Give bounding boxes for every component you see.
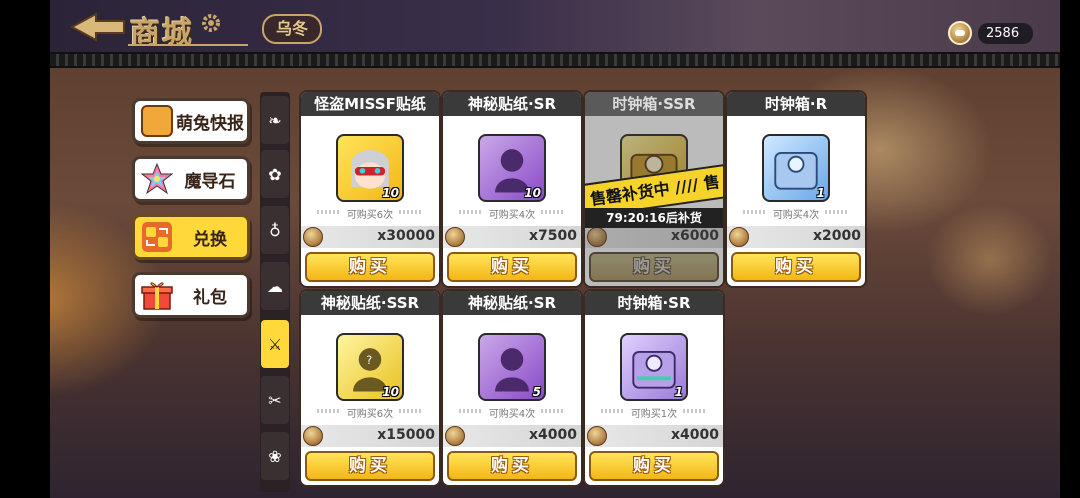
category-tab-bottle[interactable]: ♁ [261, 206, 289, 254]
item-price: x4000 [529, 427, 577, 443]
item-name: 时钟箱·SR [585, 291, 723, 315]
buy-button[interactable]: 购买 [305, 451, 435, 481]
item-price: x30000 [377, 228, 435, 244]
shop-item-card-soldout: 时钟箱·SSR 1 售罄补货中 //// 售 79:20:16后补货 x6000… [585, 92, 723, 286]
blue-clock-box-icon: 1 [762, 134, 830, 202]
coin-icon [445, 227, 465, 247]
item-quantity: 10 [382, 385, 399, 399]
item-price: x2000 [813, 228, 861, 244]
buy-button[interactable]: 购买 [589, 451, 719, 481]
item-price: x4000 [671, 427, 719, 443]
price-row: x7500 [443, 226, 581, 248]
price-row: x30000 [301, 226, 439, 248]
coin-icon [587, 426, 607, 446]
item-quantity: 1 [674, 385, 683, 399]
item-name: 时钟箱·SSR [585, 92, 723, 116]
category-tab-rose[interactable]: ❀ [261, 432, 289, 480]
currency-display: 2586 [948, 20, 1034, 46]
menu-label: 兑换 [193, 229, 227, 250]
restock-timer: 79:20:16后补货 [585, 208, 723, 228]
purchase-limit: 可购买1次 [630, 409, 678, 420]
menu-gift-pack[interactable]: 礼包 [132, 272, 250, 318]
purple-mystery-sticker-icon: 10 [478, 134, 546, 202]
film-strip-divider [50, 52, 1060, 68]
coin-icon [303, 227, 323, 247]
buy-button[interactable]: 购买 [447, 451, 577, 481]
buy-button[interactable]: 购买 [447, 252, 577, 282]
exchange-arrows-icon [142, 222, 172, 252]
menu-label: 魔导石 [184, 171, 236, 192]
purple-clock-box-icon: 1 [620, 333, 688, 401]
purchase-limit: 可购买6次 [346, 210, 394, 221]
item-quantity: 1 [816, 186, 825, 200]
shop-item-card: 神秘贴纸·SSR ? 10 可购买6次 x15000 购买 [301, 291, 439, 485]
buy-button[interactable]: 购买 [589, 252, 719, 282]
back-arrow-icon[interactable] [70, 12, 126, 42]
left-letterbox [0, 0, 50, 498]
shop-item-card: 怪盗MISSF贴纸 10 可购买6次 x30000 购买 [301, 92, 439, 286]
svg-text:?: ? [366, 354, 372, 367]
price-row: x6000 [585, 226, 723, 248]
item-price: x7500 [529, 228, 577, 244]
rainbow-star-icon [141, 163, 173, 195]
buy-button[interactable]: 购买 [731, 252, 861, 282]
item-name: 神秘贴纸·SR [443, 291, 581, 315]
coin-icon [729, 227, 749, 247]
item-name: 神秘贴纸·SR [443, 92, 581, 116]
coin-icon [587, 227, 607, 247]
mask-icon: ❧ [268, 110, 282, 130]
price-row: x4000 [443, 425, 581, 447]
purchase-limit: 可购买4次 [488, 210, 536, 221]
item-name: 时钟箱·R [727, 92, 865, 116]
menu-label: 萌兔快报 [176, 113, 244, 134]
purchase-limit: 可购买4次 [772, 210, 820, 221]
menu-exchange[interactable]: 兑换 [132, 214, 250, 260]
purchase-limit: 可购买6次 [346, 409, 394, 420]
scissors-icon: ✂ [268, 390, 282, 410]
item-quantity: 10 [382, 186, 399, 200]
rose-icon: ❀ [268, 446, 282, 466]
bottle-icon: ♁ [269, 220, 281, 240]
gift-box-icon [141, 282, 173, 310]
menu-news[interactable]: 萌兔快报 [132, 98, 250, 144]
item-price: x6000 [671, 228, 719, 244]
flower-icon: ✿ [268, 164, 282, 184]
shop-item-card: 神秘贴纸·SR 10 可购买4次 x7500 购买 [443, 92, 581, 286]
item-price: x15000 [377, 427, 435, 443]
gear-icon [202, 14, 220, 32]
game-logo: 乌冬 [262, 14, 322, 44]
category-tab-scissors[interactable]: ✂ [261, 376, 289, 424]
price-row: x2000 [727, 226, 865, 248]
item-quantity: 5 [532, 385, 541, 399]
category-tab-cloud[interactable]: ☁ [261, 262, 289, 310]
crossed-swords-icon: ⚔ [267, 334, 283, 354]
gold-mystery-sticker-icon: ? 10 [336, 333, 404, 401]
menu-magic-stone[interactable]: 魔导石 [132, 156, 250, 202]
menu-label: 礼包 [193, 287, 227, 308]
item-name: 神秘贴纸·SSR [301, 291, 439, 315]
category-tab-mask[interactable]: ❧ [261, 96, 289, 144]
coin-icon [303, 426, 323, 446]
coin-icon [948, 21, 972, 45]
title-underline [128, 44, 248, 46]
purple-mystery-sticker-icon: 5 [478, 333, 546, 401]
purchase-limit: 可购买4次 [488, 409, 536, 420]
right-letterbox [1060, 0, 1080, 498]
shop-item-card: 时钟箱·SR 1 可购买1次 x4000 购买 [585, 291, 723, 485]
coin-icon [445, 426, 465, 446]
price-row: x4000 [585, 425, 723, 447]
cloud-icon: ☁ [267, 276, 283, 296]
shop-item-card: 时钟箱·R 1 可购买4次 x2000 购买 [727, 92, 865, 286]
shop-item-card: 神秘贴纸·SR 5 可购买4次 x4000 购买 [443, 291, 581, 485]
masked-thief-sticker-icon: 10 [336, 134, 404, 202]
news-book-icon [141, 105, 173, 137]
price-row: x15000 [301, 425, 439, 447]
item-quantity: 10 [524, 186, 541, 200]
category-tab-swords[interactable]: ⚔ [261, 320, 289, 368]
item-name: 怪盗MISSF贴纸 [301, 92, 439, 116]
currency-amount: 2586 [978, 22, 1034, 44]
buy-button[interactable]: 购买 [305, 252, 435, 282]
category-tab-flower[interactable]: ✿ [261, 150, 289, 198]
